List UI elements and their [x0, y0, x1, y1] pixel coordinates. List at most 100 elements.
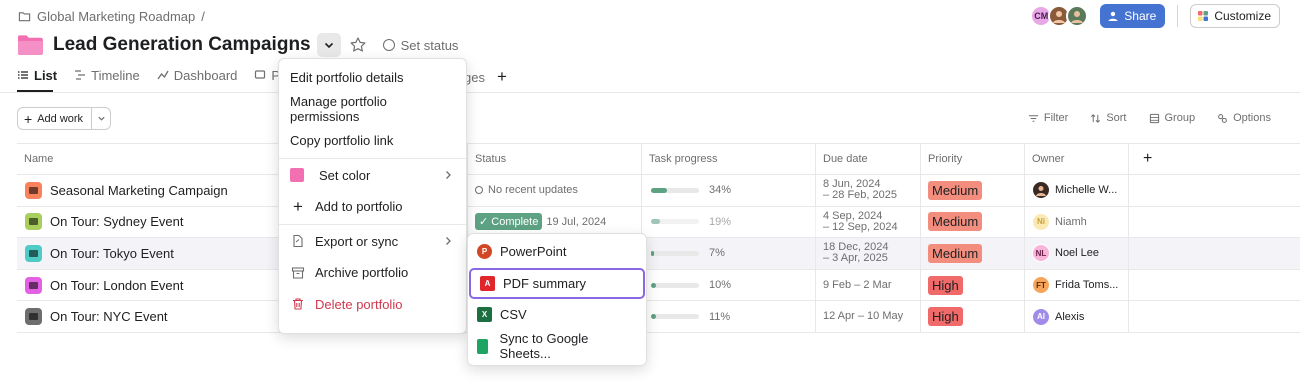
portfolio-actions-button[interactable] — [316, 33, 341, 57]
set-status-button[interactable]: Set status — [382, 38, 458, 53]
header-actions: CM Share Customize — [1030, 4, 1280, 28]
row-status-cell[interactable]: No recent updates — [468, 175, 642, 206]
tab-list[interactable]: List — [17, 66, 57, 84]
breadcrumb-separator: / — [201, 9, 205, 24]
tab-messages[interactable]: ges — [464, 70, 485, 85]
progress-bar — [651, 219, 699, 225]
add-work-button[interactable]: + Add work — [17, 107, 93, 130]
star-icon[interactable] — [349, 36, 367, 54]
table-row[interactable]: On Tour: Sydney Event ✓ Complete 19 Jul,… — [17, 206, 1300, 239]
menu-item-edit-details[interactable]: Edit portfolio details — [279, 62, 466, 94]
avatar — [1032, 181, 1050, 200]
table-row[interactable]: On Tour: Tokyo Event 7% 18 Dec, 2024 – 3… — [17, 238, 1300, 270]
project-name[interactable]: Seasonal Marketing Campaign — [50, 183, 228, 198]
row-owner-cell[interactable]: NL Noel Lee — [1025, 238, 1129, 269]
avatar — [1066, 5, 1089, 27]
row-empty-cell — [1129, 238, 1300, 269]
add-column-button[interactable]: + — [1129, 144, 1300, 174]
row-owner-cell[interactable]: AI Alexis — [1025, 301, 1129, 332]
owner-name: Noel Lee — [1055, 247, 1100, 260]
trash-icon — [290, 296, 306, 312]
pdf-icon: A — [480, 275, 495, 291]
row-due-cell[interactable]: 8 Jun, 2024 – 28 Feb, 2025 — [816, 175, 921, 206]
project-name[interactable]: On Tour: NYC Event — [50, 309, 168, 324]
tab-timeline[interactable]: Timeline — [74, 66, 140, 84]
menu-divider — [279, 223, 466, 225]
chevron-right-icon — [446, 236, 451, 245]
sort-button[interactable]: Sort — [1090, 112, 1127, 124]
menu-item-archive[interactable]: Archive portfolio — [279, 257, 466, 289]
color-swatch — [290, 168, 304, 183]
table-row[interactable]: On Tour: London Event 10% 9 Feb – 2 Mar … — [17, 269, 1300, 302]
row-progress-cell: 11% — [642, 301, 816, 332]
row-priority-cell[interactable]: Medium — [921, 238, 1025, 269]
submenu-item-csv[interactable]: X CSV — [468, 299, 646, 331]
status-circle-icon — [475, 186, 483, 195]
row-priority-cell[interactable]: High — [921, 269, 1025, 301]
breadcrumb-portfolio-link[interactable]: Global Marketing Roadmap — [37, 9, 195, 24]
project-name[interactable]: On Tour: London Event — [50, 278, 183, 293]
add-work-dropdown-button[interactable] — [92, 107, 112, 130]
customize-button[interactable]: Customize — [1190, 4, 1280, 28]
table-row[interactable]: On Tour: NYC Event 11% 12 Apr – 10 May H… — [17, 301, 1300, 333]
status-circle-icon — [382, 39, 395, 51]
row-due-cell[interactable]: 9 Feb – 2 Mar — [816, 269, 921, 301]
row-owner-cell[interactable]: Ni Niamh — [1025, 206, 1129, 238]
menu-item-export-or-sync[interactable]: Export or sync — [279, 226, 466, 258]
menu-item-copy-link[interactable]: Copy portfolio link — [279, 125, 466, 157]
menu-item-set-color[interactable]: Set color — [279, 160, 466, 192]
tabs-divider — [0, 92, 1300, 93]
share-button[interactable]: Share — [1100, 4, 1166, 28]
column-header-priority[interactable]: Priority — [921, 144, 1025, 174]
options-button[interactable]: Options — [1217, 112, 1271, 124]
tab-overflow: ges + — [464, 67, 507, 87]
submenu-item-pdf-summary[interactable]: A PDF summary — [469, 267, 645, 299]
row-due-cell[interactable]: 18 Dec, 2024 – 3 Apr, 2025 — [816, 238, 921, 269]
google-sheets-icon — [477, 338, 488, 354]
project-name[interactable]: On Tour: Sydney Event — [50, 214, 183, 229]
column-header-status[interactable]: Status — [468, 144, 642, 174]
progress-bar — [651, 282, 699, 288]
progress-fill — [651, 187, 668, 193]
owner-name: Niamh — [1055, 215, 1087, 228]
tab-dashboard-label: Dashboard — [173, 67, 238, 83]
column-header-task-progress[interactable]: Task progress — [642, 144, 816, 174]
project-name[interactable]: On Tour: Tokyo Event — [50, 246, 174, 261]
row-progress-cell: 7% — [642, 238, 816, 269]
progress-bar — [651, 187, 699, 193]
row-priority-cell[interactable]: Medium — [921, 206, 1025, 238]
priority-badge: High — [928, 307, 963, 327]
table-row[interactable]: Seasonal Marketing Campaign No recent up… — [17, 175, 1300, 207]
people-icon — [1108, 11, 1118, 21]
row-priority-cell[interactable]: Medium — [921, 175, 1025, 206]
menu-item-label: Export or sync — [315, 233, 399, 249]
project-icon — [25, 276, 42, 294]
menu-item-delete[interactable]: Delete portfolio — [279, 289, 466, 321]
filter-button[interactable]: Filter — [1028, 112, 1068, 124]
tab-timeline-label: Timeline — [91, 67, 140, 83]
tab-list-label: List — [34, 67, 58, 83]
row-priority-cell[interactable]: High — [921, 301, 1025, 332]
submenu-item-label: CSV — [500, 307, 527, 323]
menu-item-label: Set color — [319, 167, 371, 183]
status-complete-badge: ✓ Complete — [475, 213, 543, 231]
column-header-owner[interactable]: Owner — [1025, 144, 1129, 174]
members-avatars[interactable]: CM — [1030, 5, 1089, 27]
submenu-item-google-sheets[interactable]: Sync to Google Sheets... — [468, 331, 646, 363]
row-due-cell[interactable]: 12 Apr – 10 May — [816, 301, 921, 332]
submenu-item-powerpoint[interactable]: P PowerPoint — [468, 236, 646, 268]
add-tab-button[interactable]: + — [497, 67, 507, 87]
row-owner-cell[interactable]: FT Frida Toms... — [1025, 269, 1129, 301]
menu-item-add-to-portfolio[interactable]: + Add to portfolio — [279, 191, 466, 223]
row-owner-cell[interactable]: Michelle W... — [1025, 175, 1129, 206]
menu-item-manage-permissions[interactable]: Manage portfolio permissions — [279, 94, 466, 126]
tab-dashboard[interactable]: Dashboard — [157, 66, 238, 84]
row-due-cell[interactable]: 4 Sep, 2024 – 12 Sep, 2024 — [816, 206, 921, 238]
breadcrumb[interactable]: Global Marketing Roadmap / — [18, 9, 205, 24]
page-title[interactable]: Lead Generation Campaigns — [53, 34, 311, 56]
group-icon — [1149, 113, 1159, 123]
priority-badge: High — [928, 275, 963, 295]
group-button[interactable]: Group — [1149, 112, 1195, 124]
column-header-due-date[interactable]: Due date — [816, 144, 921, 174]
priority-badge: Medium — [928, 180, 983, 200]
